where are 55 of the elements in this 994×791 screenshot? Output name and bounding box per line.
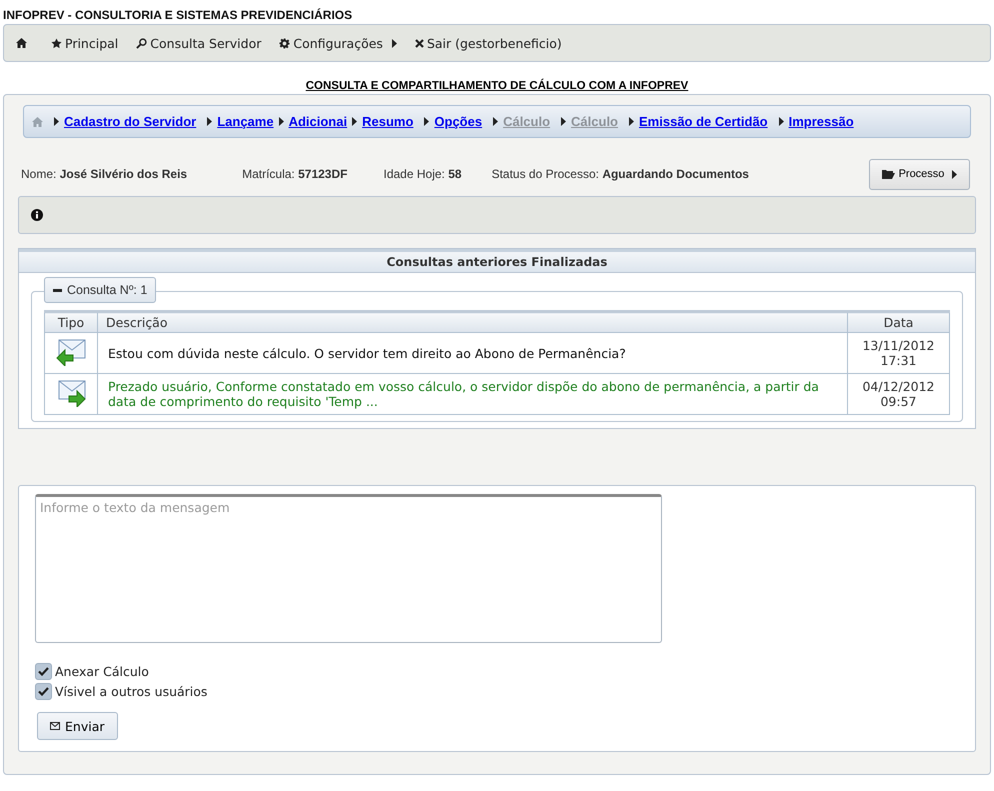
checkbox[interactable] — [35, 682, 52, 700]
triangle-icon — [493, 117, 498, 126]
checkbox-option[interactable]: Vísivel a outros usuários — [35, 681, 959, 701]
message-field[interactable]: Informe o texto da mensagem — [35, 494, 662, 643]
home-menu-item[interactable] — [14, 38, 29, 48]
column-header: Descrição — [98, 312, 848, 332]
process-button[interactable]: Processo — [869, 158, 970, 190]
info-text: Idade Hoje: 58 — [383, 167, 462, 181]
triangle-icon — [629, 117, 634, 126]
breadcrumb-link[interactable]: Impressão — [788, 114, 854, 129]
home-icon — [16, 38, 27, 48]
panel-title: Consultas anteriores Finalizadas — [19, 249, 975, 273]
breadcrumb-link[interactable]: Cadastro do Servidor — [64, 114, 196, 129]
message-description: Prezado usuário, Conforme constatado em vosso cálculo, o servidor dispõe do abono de permanência, a partir da data de comprimento do requisito 'Temp ... — [98, 374, 848, 414]
menu-item[interactable]: Principal — [49, 36, 120, 50]
breadcrumb-link[interactable]: Lançame — [217, 114, 274, 129]
info-text: Status do Processo: Aguardando Documentos — [492, 167, 749, 181]
message-date: 04/12/2012 09:57 — [848, 374, 950, 414]
column-header: Tipo — [44, 312, 98, 332]
info-icon — [31, 209, 43, 221]
consulta-toggle[interactable]: Consulta Nº: 1 — [44, 277, 156, 303]
menu-item[interactable]: Configurações — [277, 36, 399, 50]
message-date: 13/11/2012 17:31 — [848, 332, 950, 374]
app-title: INFOPREV - CONSULTORIA E SISTEMAS PREVIDENCIÁRIOS — [2, 7, 354, 24]
column-header: Data — [848, 312, 950, 332]
menu-item[interactable]: Consulta Servidor — [134, 36, 264, 50]
send-button[interactable]: Enviar — [37, 712, 118, 740]
message-description: Estou com dúvida neste cálculo. O servidor tem direito ao Abono de Permanência? — [98, 332, 848, 374]
breadcrumb-link[interactable]: Adicionai — [288, 114, 348, 129]
triangle-icon — [207, 117, 212, 126]
triangle-icon — [278, 117, 284, 126]
folder-icon — [882, 169, 895, 179]
breadcrumb-link[interactable]: Emissão de Certidão — [639, 114, 768, 129]
caret-icon — [952, 170, 958, 178]
triangle-icon — [424, 117, 430, 126]
search-icon — [136, 38, 148, 48]
page-heading: CONSULTA E COMPARTILHAMENTO DE CÁLCULO COM A INFOPREV — [304, 80, 690, 94]
checkbox[interactable] — [35, 662, 52, 680]
checkbox-option[interactable]: Anexar Cálculo — [35, 661, 959, 681]
check-icon — [38, 666, 49, 676]
close-icon — [414, 38, 424, 48]
triangle-icon — [561, 117, 566, 126]
triangle-icon — [778, 117, 784, 126]
menu-item[interactable]: Sair (gestorbeneficio) — [412, 36, 564, 50]
info-text: Matrícula: 57123DF — [242, 167, 348, 181]
star-icon — [51, 38, 62, 48]
triangle-icon — [54, 117, 59, 126]
envelope-icon — [50, 722, 60, 730]
gear-icon — [279, 38, 290, 48]
envelope-arrow-left-icon — [55, 338, 87, 366]
info-text: Nome: José Silvério dos Reis — [21, 167, 188, 181]
triangle-icon — [352, 117, 358, 126]
breadcrumb-link[interactable]: Resumo — [362, 114, 414, 129]
check-icon — [38, 686, 49, 696]
breadcrumb-link[interactable]: Opções — [434, 114, 482, 129]
